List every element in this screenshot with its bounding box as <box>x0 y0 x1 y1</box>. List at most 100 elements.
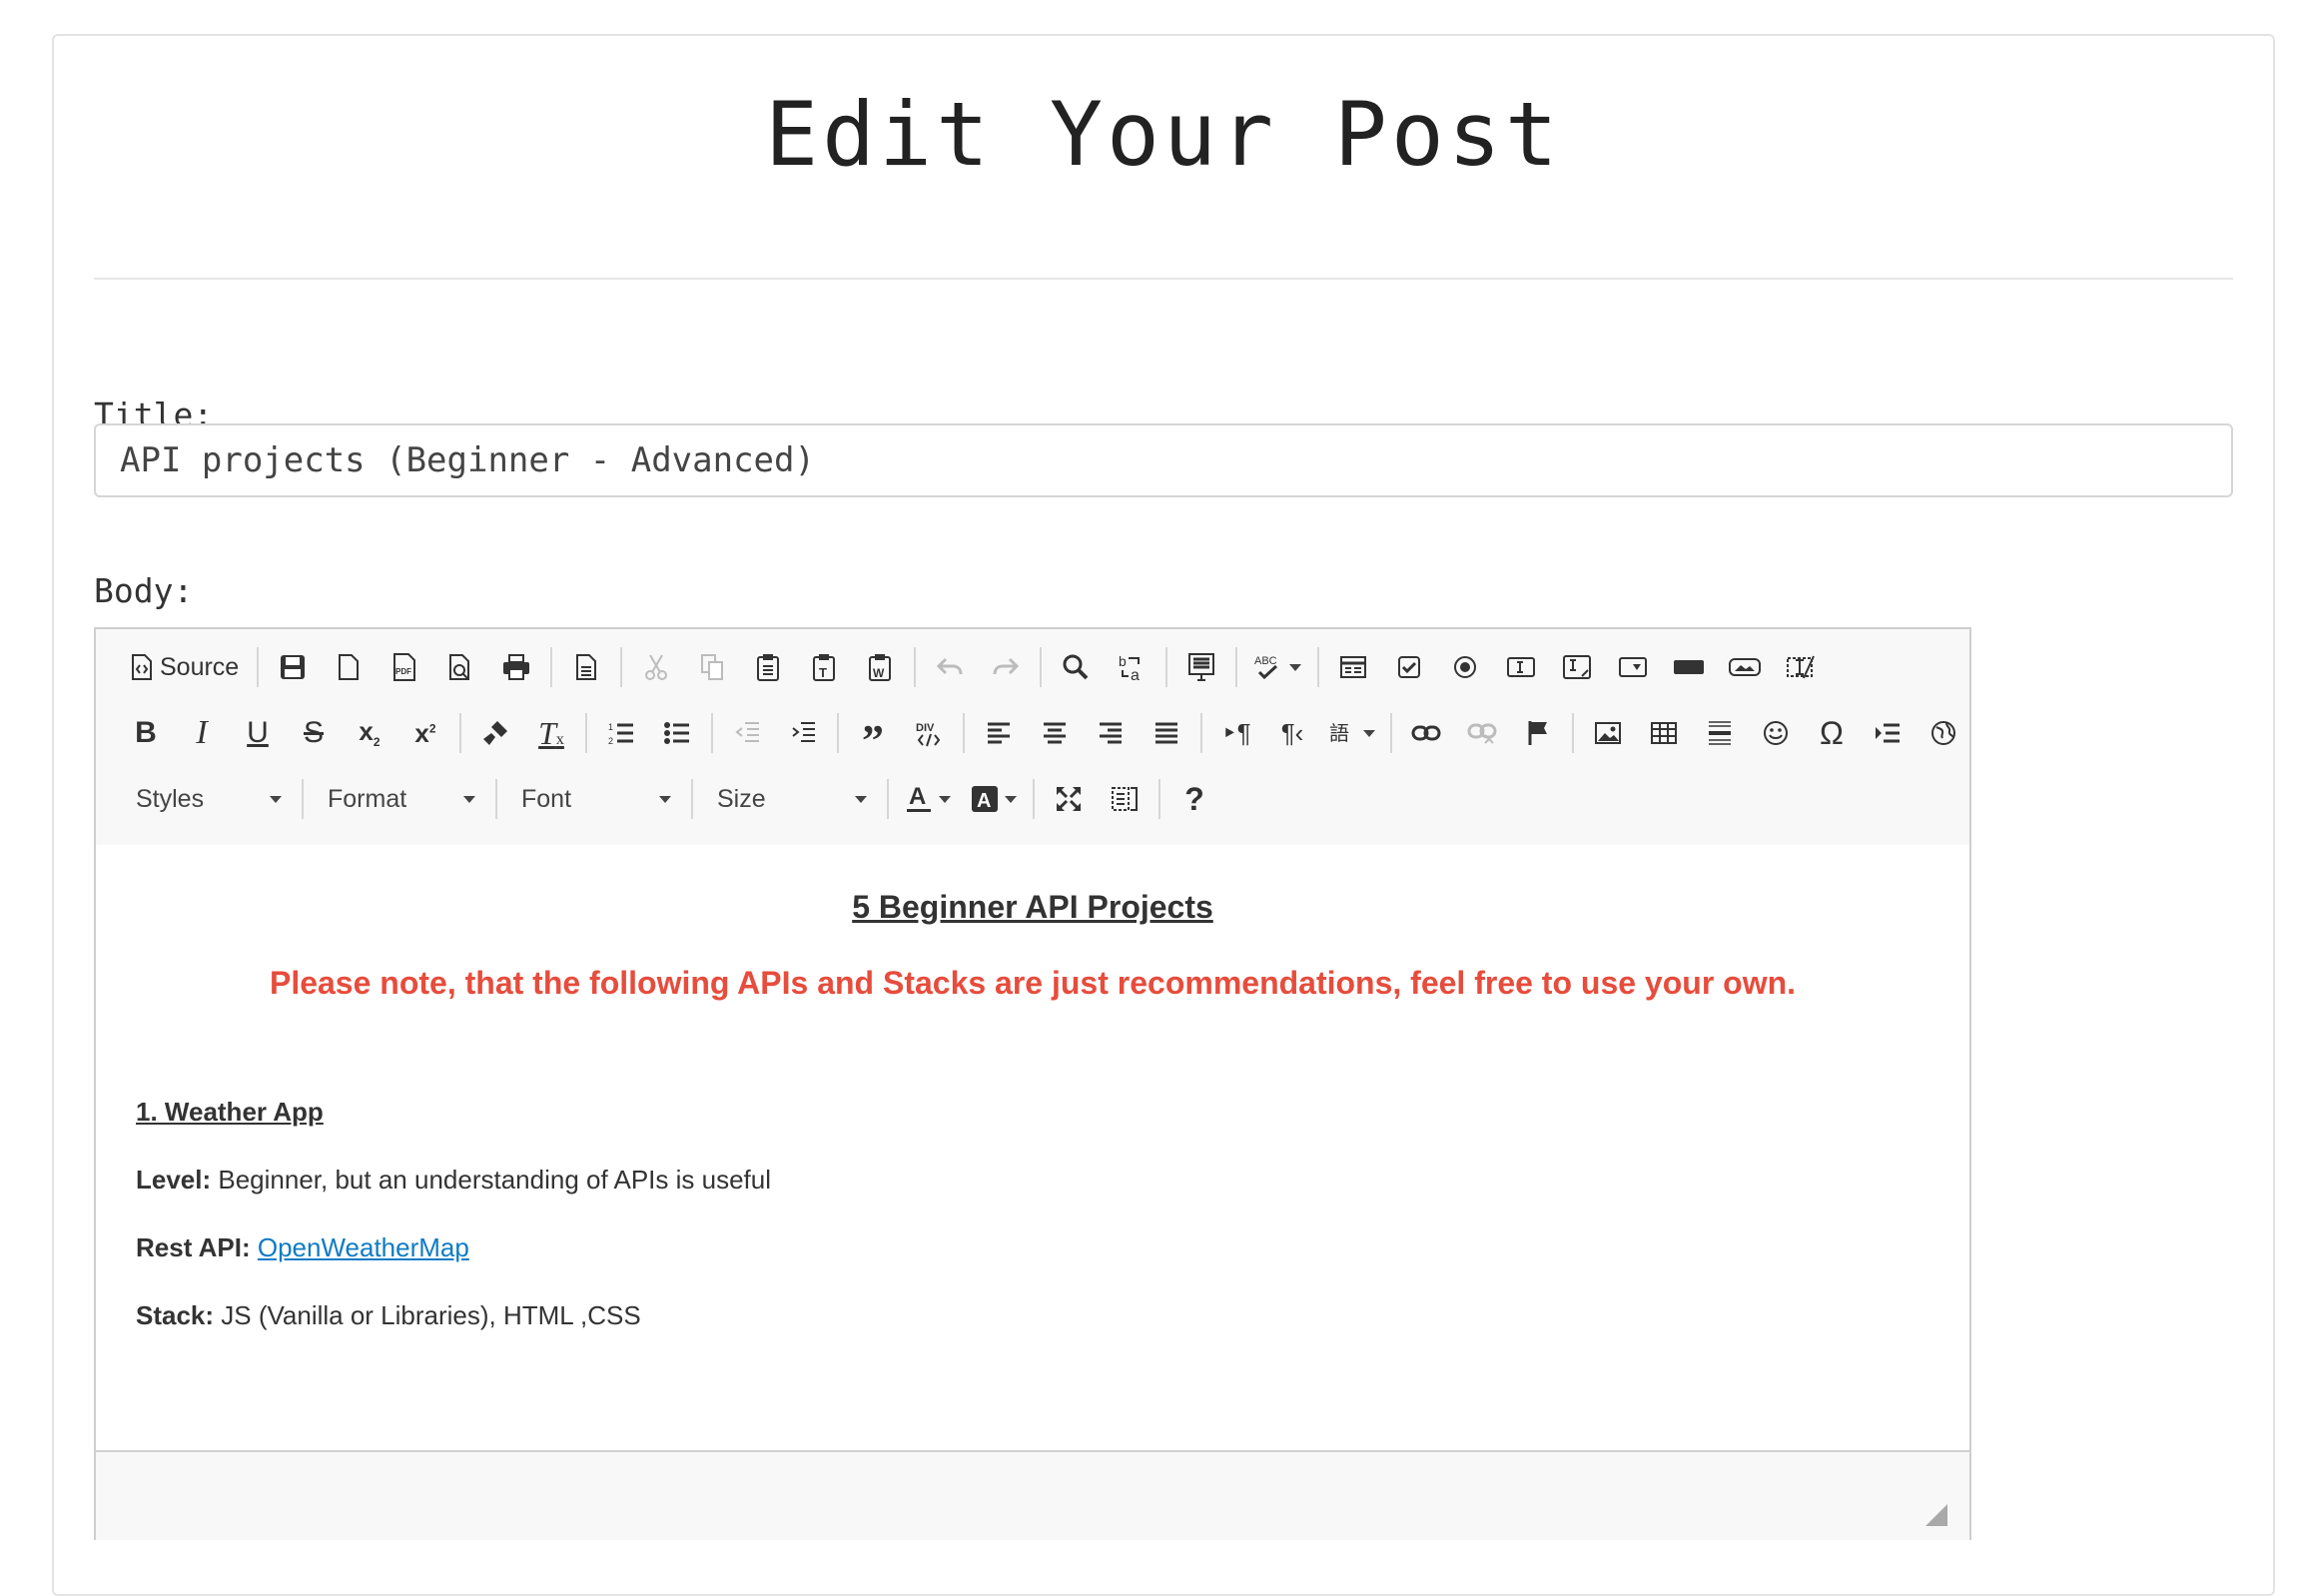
subscript-button[interactable]: x2 <box>344 707 395 759</box>
text-color-button[interactable]: A <box>897 773 959 825</box>
export-pdf-button[interactable]: PDF <box>379 641 430 693</box>
toolbar-separator <box>1033 779 1035 819</box>
editor-toolbar: Source PDF T W b a ABC B I U S x2 x2 Tx … <box>96 629 1969 847</box>
special-char-button[interactable]: Ω <box>1806 707 1858 759</box>
paste-button[interactable] <box>742 641 794 693</box>
paste-text-button[interactable]: T <box>798 641 850 693</box>
page-break-button[interactable] <box>1862 707 1914 759</box>
align-center-button[interactable] <box>1029 707 1081 759</box>
preview-button[interactable] <box>434 641 486 693</box>
smiley-button[interactable] <box>1750 707 1802 759</box>
editor-content-area[interactable]: 5 Beginner API Projects Please note, tha… <box>96 845 1969 1450</box>
redo-button[interactable] <box>980 641 1032 693</box>
align-left-button[interactable] <box>973 707 1025 759</box>
format-dropdown-label: Format <box>328 784 407 813</box>
new-page-button[interactable] <box>323 641 375 693</box>
table-icon <box>1650 721 1678 745</box>
blockquote-button[interactable]: ” <box>847 707 899 762</box>
select-all-button[interactable] <box>1175 641 1227 693</box>
underline-button[interactable]: U <box>232 707 284 759</box>
copy-button[interactable] <box>686 641 738 693</box>
bold-button[interactable]: B <box>120 707 172 759</box>
preview-icon <box>447 653 473 681</box>
templates-icon <box>574 653 598 681</box>
link-button[interactable] <box>1400 707 1452 759</box>
anchor-button[interactable] <box>1512 707 1564 759</box>
size-dropdown[interactable]: Size <box>699 773 881 825</box>
save-button[interactable] <box>267 641 319 693</box>
bold-icon: B <box>135 716 157 749</box>
background-color-button[interactable]: A <box>963 773 1025 825</box>
subscript-icon: x2 <box>359 716 381 750</box>
chevron-down-icon <box>855 795 867 803</box>
save-icon <box>279 653 307 681</box>
form-icon <box>1339 655 1367 679</box>
horizontal-line-button[interactable] <box>1694 707 1746 759</box>
svg-text:A: A <box>977 790 991 812</box>
image-button-button[interactable] <box>1719 641 1771 693</box>
toolbar-separator <box>1390 713 1392 753</box>
numbered-list-button[interactable]: 12 <box>595 707 647 759</box>
indent-button[interactable] <box>777 707 829 759</box>
image-button[interactable] <box>1582 707 1634 759</box>
replace-button[interactable]: ba <box>1106 641 1157 693</box>
text-field-button[interactable] <box>1495 641 1547 693</box>
chevron-down-icon <box>659 795 671 803</box>
table-button[interactable] <box>1638 707 1690 759</box>
format-dropdown[interactable]: Format <box>310 773 489 825</box>
text-direction-rtl-button[interactable]: ¶‹ <box>1266 707 1318 759</box>
button-field-button[interactable] <box>1663 641 1715 693</box>
iframe-button[interactable] <box>1918 707 1969 759</box>
textarea-button[interactable] <box>1551 641 1603 693</box>
cut-button[interactable] <box>630 641 682 693</box>
copy-formatting-button[interactable] <box>469 707 521 759</box>
select-field-button[interactable] <box>1607 641 1659 693</box>
styles-dropdown[interactable]: Styles <box>118 773 296 825</box>
checkbox-button[interactable] <box>1383 641 1435 693</box>
form-button[interactable] <box>1327 641 1379 693</box>
maximize-button[interactable] <box>1043 773 1095 825</box>
bulleted-list-button[interactable] <box>651 707 703 759</box>
italic-button[interactable]: I <box>176 707 228 759</box>
hidden-field-button[interactable] <box>1775 641 1827 693</box>
paste-word-button[interactable]: W <box>854 641 906 693</box>
toolbar-separator <box>691 779 693 819</box>
bulleted-list-icon <box>663 720 691 746</box>
language-button[interactable]: 語 <box>1322 707 1382 759</box>
help-button[interactable]: ? <box>1168 773 1220 825</box>
outdent-button[interactable] <box>721 707 773 759</box>
source-button[interactable]: Source <box>120 641 249 693</box>
undo-button[interactable] <box>924 641 976 693</box>
unlink-button[interactable] <box>1456 707 1508 759</box>
font-dropdown[interactable]: Font <box>503 773 685 825</box>
radio-button[interactable] <box>1439 641 1491 693</box>
paste-text-icon: T <box>811 652 837 682</box>
find-button[interactable] <box>1050 641 1102 693</box>
title-input[interactable] <box>94 423 2233 497</box>
create-div-button[interactable]: DIV <box>903 707 955 759</box>
text-direction-ltr-button[interactable]: ‣¶ <box>1210 707 1262 759</box>
print-button[interactable] <box>490 641 542 693</box>
chevron-down-icon <box>1005 795 1017 803</box>
remove-format-button[interactable]: Tx <box>525 707 577 759</box>
show-blocks-button[interactable] <box>1099 773 1150 825</box>
copy-icon <box>699 653 725 681</box>
strikethrough-button[interactable]: S <box>288 707 340 759</box>
resize-handle[interactable] <box>1925 1504 1947 1526</box>
print-icon <box>501 653 531 681</box>
justify-button[interactable] <box>1141 707 1192 759</box>
toolbar-row-2: B I U S x2 x2 Tx 12 ” DIV ‣¶ ¶‹ 語 Ω <box>118 707 1971 763</box>
toolbar-separator <box>302 779 304 819</box>
toolbar-separator <box>1040 647 1043 687</box>
svg-text:ABC: ABC <box>1254 655 1277 667</box>
spellcheck-button[interactable]: ABC <box>1245 641 1309 693</box>
underline-icon: U <box>247 716 269 749</box>
templates-button[interactable] <box>560 641 612 693</box>
align-right-button[interactable] <box>1085 707 1137 759</box>
italic-icon: I <box>196 714 208 751</box>
superscript-button[interactable]: x2 <box>399 707 451 759</box>
openweathermap-link[interactable]: OpenWeatherMap <box>258 1232 469 1262</box>
toolbar-separator <box>837 713 839 753</box>
ltr-icon: ‣¶ <box>1221 717 1251 748</box>
toolbar-row-1: Source PDF T W b a ABC <box>118 641 1829 693</box>
